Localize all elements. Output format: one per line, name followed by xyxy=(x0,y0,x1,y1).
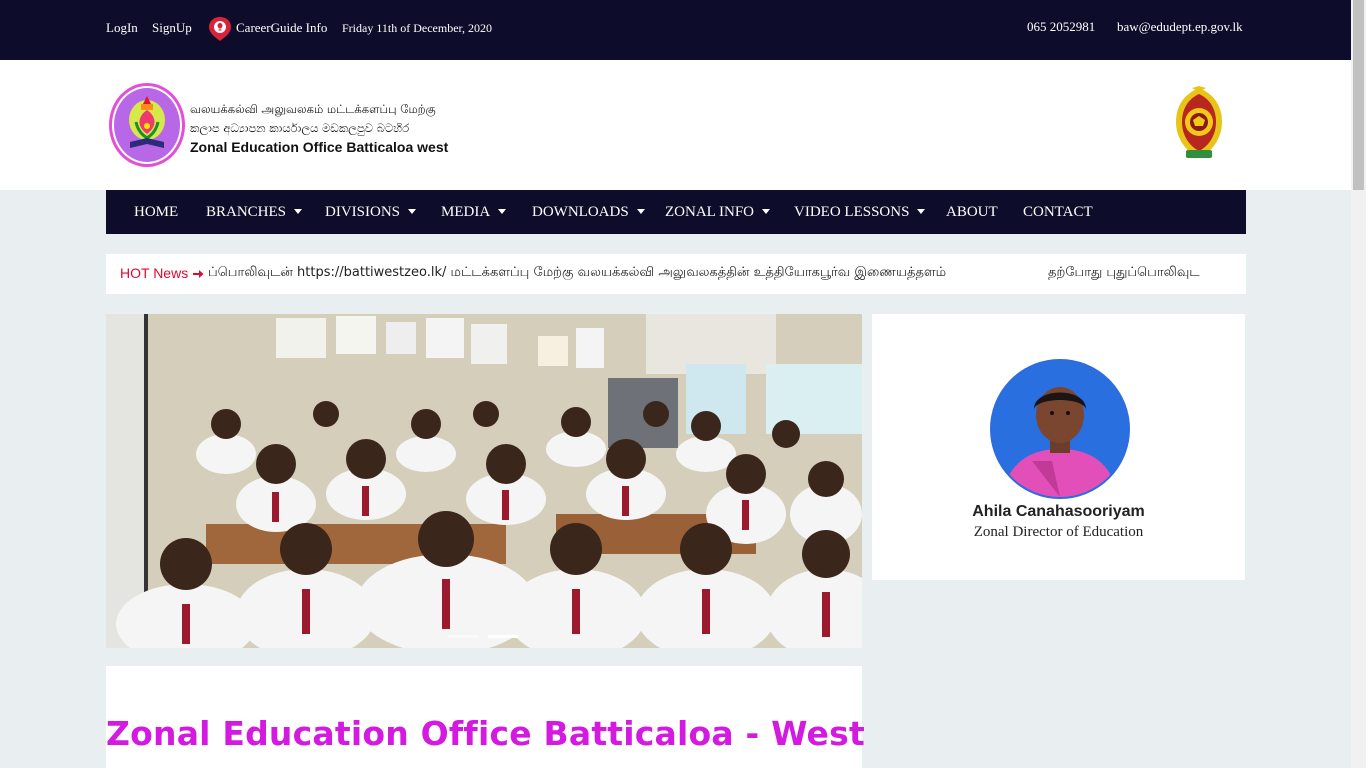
ticker-text[interactable]: ப்பொலிவுடன் https://battiwestzeo.lk/ மட்… xyxy=(208,265,946,281)
nav-home-label: HOME xyxy=(134,204,179,220)
careerguide-icon[interactable] xyxy=(208,16,232,42)
caret-down-icon xyxy=(636,209,645,214)
nav-downloads[interactable]: DOWNLOADS xyxy=(532,190,645,234)
caret-down-icon xyxy=(294,209,303,214)
caret-down-icon xyxy=(762,209,771,214)
nav-video-lessons[interactable]: VIDEO LESSONS xyxy=(794,190,926,234)
nav-about-label: ABOUT xyxy=(946,204,998,220)
director-card: Ahila Canahasooriyam Zonal Director of E… xyxy=(872,314,1245,580)
page-scrollbar[interactable] xyxy=(1351,0,1366,768)
nav-home[interactable]: HOME xyxy=(134,190,178,234)
email-link[interactable]: baw@edudept.ep.gov.lk xyxy=(1117,19,1243,35)
scrollbar-thumb[interactable] xyxy=(1353,0,1364,190)
nav-divisions-label: DIVISIONS xyxy=(325,204,400,220)
office-name-english: Zonal Education Office Batticaloa west xyxy=(190,139,449,155)
nav-contact-label: CONTACT xyxy=(1023,204,1093,220)
classroom-photo xyxy=(106,314,862,648)
news-ticker: HOT News ப்பொலிவுடன் https://battiwestze… xyxy=(106,254,1246,294)
site-header: வலயக்கல்வி அலுவலகம் மட்டக்களப்பு மேற்கு … xyxy=(0,60,1351,190)
nav-contact[interactable]: CONTACT xyxy=(1023,190,1093,234)
welcome-heading: Zonal Education Office Batticaloa - West xyxy=(106,714,865,753)
nav-about[interactable]: ABOUT xyxy=(946,190,998,234)
nav-media-label: MEDIA xyxy=(441,204,491,220)
national-emblem-icon xyxy=(1176,86,1222,158)
login-link[interactable]: LogIn xyxy=(106,20,138,36)
caret-down-icon xyxy=(917,209,926,214)
office-name-block: வலயக்கல்வி அலுவலகம் மட்டக்களப்பு மேற்கு … xyxy=(190,100,448,156)
careerguide-link[interactable]: CareerGuide Info xyxy=(236,20,327,36)
director-avatar xyxy=(990,359,1130,499)
office-name-sinhala: කලාප අධ්‍යාපන කාර්යාලය මඩකලපුව බටහිර xyxy=(190,121,410,135)
signup-link[interactable]: SignUp xyxy=(152,20,192,36)
nav-branches[interactable]: BRANCHES xyxy=(206,190,303,234)
nav-zonal-info-label: ZONAL INFO xyxy=(665,204,755,220)
zonal-office-logo[interactable] xyxy=(108,82,186,168)
director-title: Zonal Director of Education xyxy=(973,524,1144,540)
phone-number[interactable]: 065 2052981 xyxy=(1027,19,1095,35)
hot-news-label: HOT News xyxy=(120,265,189,281)
current-date: Friday 11th of December, 2020 xyxy=(342,21,493,35)
director-photo xyxy=(992,361,1128,497)
caret-down-icon xyxy=(408,209,416,214)
nav-downloads-label: DOWNLOADS xyxy=(532,204,629,220)
main-navigation: HOME BRANCHES DIVISIONS MEDIA DOWNLOADS … xyxy=(106,190,1246,234)
top-bar: LogIn SignUp CareerGuide Info Friday 11t… xyxy=(0,0,1351,60)
slider-indicator-1[interactable] xyxy=(448,635,478,638)
nav-video-lessons-label: VIDEO LESSONS xyxy=(794,204,910,220)
caret-down-icon xyxy=(498,209,507,214)
ticker-text-repeat[interactable]: தற்போது புதுப்பொலிவுட xyxy=(1048,265,1200,281)
slider-indicator-2[interactable] xyxy=(488,635,518,638)
nav-zonal-info[interactable]: ZONAL INFO xyxy=(665,190,771,234)
nav-branches-label: BRANCHES xyxy=(206,204,287,220)
nav-divisions[interactable]: DIVISIONS xyxy=(325,190,416,234)
arrow-right-icon xyxy=(193,270,204,278)
nav-media[interactable]: MEDIA xyxy=(441,190,507,234)
welcome-section: Zonal Education Office Batticaloa - West xyxy=(106,666,865,768)
director-name: Ahila Canahasooriyam xyxy=(972,503,1145,520)
office-name-tamil: வலயக்கல்வி அலுவலகம் மட்டக்களப்பு மேற்கு xyxy=(190,102,436,116)
hero-slider[interactable] xyxy=(106,314,862,648)
